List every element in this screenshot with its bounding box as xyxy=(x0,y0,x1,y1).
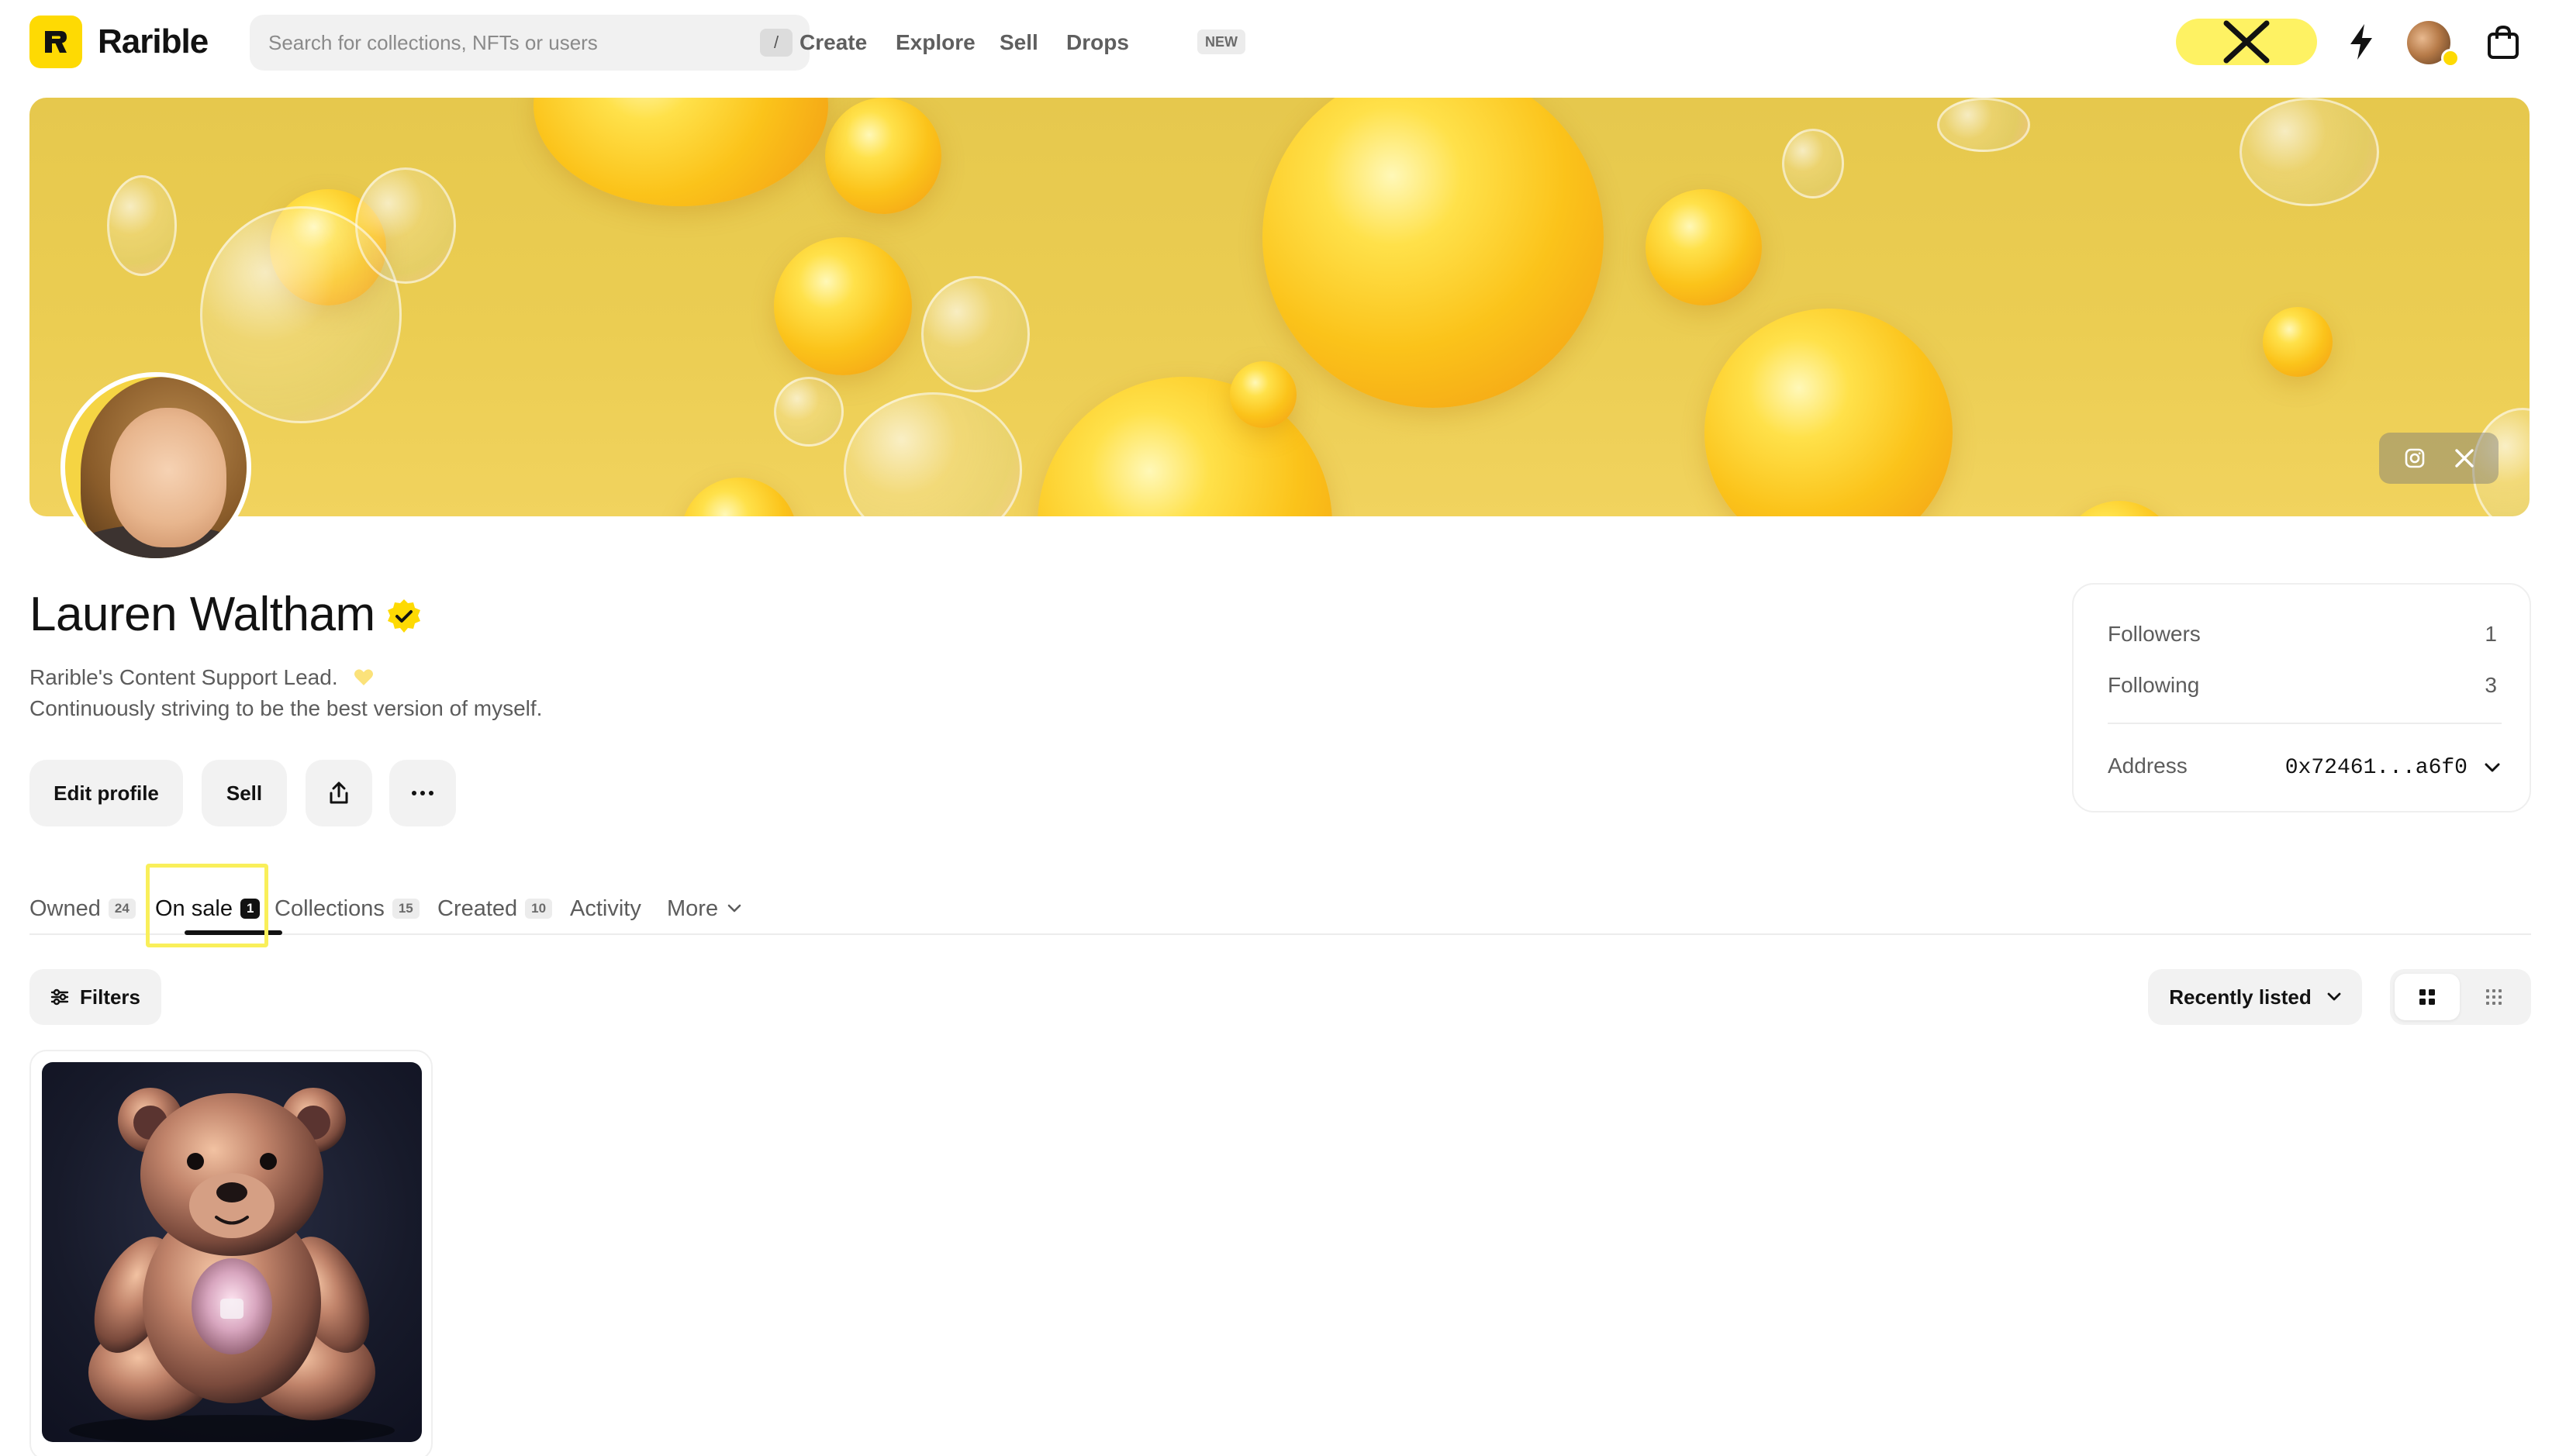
chevron-down-icon xyxy=(727,904,741,913)
banner-sphere xyxy=(774,237,912,375)
chevron-down-icon xyxy=(2327,992,2341,1001)
lightning-icon xyxy=(2350,24,2372,60)
tab-count-badge: 1 xyxy=(240,899,261,919)
wallet-address: 0x72461...a6f0 xyxy=(2284,755,2467,780)
small-grid-icon xyxy=(2486,989,2502,1005)
drops-new-badge: NEW xyxy=(1197,29,1245,54)
nav-create[interactable]: Create xyxy=(799,27,867,58)
search-bar[interactable]: / xyxy=(250,15,810,71)
tab-label: Activity xyxy=(570,896,641,921)
brand-name: Rarible xyxy=(98,22,209,60)
filters-button[interactable]: Filters xyxy=(29,969,161,1025)
rarible-logo-mark xyxy=(29,16,82,68)
ellipsis-icon xyxy=(412,791,433,795)
activity-button[interactable] xyxy=(2342,22,2381,62)
nft-card[interactable] xyxy=(29,1050,433,1456)
stats-divider xyxy=(2108,723,2502,724)
tab-activity[interactable]: Activity xyxy=(570,893,641,924)
address-dropdown[interactable]: 0x72461...a6f0 xyxy=(2275,750,2500,785)
nav-sell[interactable]: Sell xyxy=(1000,27,1038,58)
banner-sphere xyxy=(534,98,828,206)
profile-name: Lauren Waltham xyxy=(29,588,375,641)
chevron-down-icon xyxy=(2485,763,2500,772)
edit-profile-button[interactable]: Edit profile xyxy=(29,760,183,826)
filter-sliders-icon xyxy=(50,988,69,1006)
tab-label: Owned xyxy=(29,896,101,921)
following-label[interactable]: Following xyxy=(2108,670,2199,701)
tab-label: More xyxy=(667,896,719,921)
filters-label: Filters xyxy=(79,985,141,1009)
sort-label: Recently listed xyxy=(2169,985,2312,1009)
banner-bubble xyxy=(1937,98,2030,152)
banner-bubble xyxy=(355,167,456,284)
profile-stats-card: Followers 1 Following 3 Address 0x72461.… xyxy=(2072,583,2531,813)
search-shortcut-key: / xyxy=(760,29,793,57)
large-grid-icon xyxy=(2419,989,2435,1005)
verified-dot-icon xyxy=(2441,49,2460,67)
sell-button[interactable]: Sell xyxy=(202,760,287,826)
x-logo-icon xyxy=(2223,20,2270,64)
profile-banner xyxy=(29,98,2530,516)
banner-social-links xyxy=(2379,433,2499,484)
banner-sphere xyxy=(2061,501,2177,516)
bear-illustration xyxy=(69,1088,395,1442)
address-label: Address xyxy=(2108,754,2188,778)
small-grid-view-button[interactable] xyxy=(2461,974,2526,1020)
share-icon xyxy=(330,781,348,804)
x-logo-icon[interactable] xyxy=(2452,446,2477,471)
tab-owned[interactable]: Owned 24 xyxy=(29,893,136,924)
banner-sphere xyxy=(1262,98,1604,408)
profile-avatar xyxy=(60,372,251,563)
followers-label[interactable]: Followers xyxy=(2108,619,2201,650)
banner-sphere xyxy=(2263,307,2333,377)
profile-tabs: Owned 24 On sale 1 Collections 15 Create… xyxy=(29,861,2531,935)
x-promo-button[interactable] xyxy=(2176,19,2317,65)
banner-sphere xyxy=(825,98,941,214)
rarible-logo[interactable]: Rarible xyxy=(29,16,209,68)
cart-button[interactable] xyxy=(2481,21,2525,64)
active-tab-indicator xyxy=(185,930,282,935)
tab-label: Collections xyxy=(275,896,385,921)
nav-drops[interactable]: Drops xyxy=(1066,27,1129,58)
search-input[interactable] xyxy=(268,15,734,71)
banner-bubble xyxy=(921,276,1030,392)
banner-sphere xyxy=(1704,309,1953,516)
tab-collections[interactable]: Collections 15 xyxy=(275,893,420,924)
sort-dropdown[interactable]: Recently listed xyxy=(2148,969,2362,1025)
banner-bubble xyxy=(1782,129,1844,198)
banner-sphere xyxy=(1230,361,1297,428)
large-grid-view-button[interactable] xyxy=(2395,974,2460,1020)
tab-label: On sale xyxy=(155,896,233,921)
more-options-button[interactable] xyxy=(389,760,456,826)
tab-created[interactable]: Created 10 xyxy=(437,893,553,924)
profile-bio-line2: Continuously striving to be the best ver… xyxy=(29,696,543,720)
banner-bubble xyxy=(107,175,177,276)
nft-image[interactable] xyxy=(42,1062,422,1442)
avatar-face xyxy=(110,408,226,547)
nav-explore[interactable]: Explore xyxy=(896,27,976,58)
yellow-heart-icon xyxy=(354,669,373,685)
instagram-icon[interactable] xyxy=(2402,446,2427,471)
top-nav-bar: Rarible / Create Explore Sell Drops NEW xyxy=(0,0,2559,85)
tab-count-badge: 24 xyxy=(108,899,136,919)
banner-bubble xyxy=(2240,98,2379,206)
banner-sphere xyxy=(681,478,797,516)
tab-label: Created xyxy=(437,896,518,921)
share-button[interactable] xyxy=(306,760,372,826)
following-count[interactable]: 3 xyxy=(2485,670,2497,701)
tab-on-sale[interactable]: On sale 1 xyxy=(155,893,261,924)
profile-bio-line1: Rarible's Content Support Lead. xyxy=(29,665,338,689)
shopping-bag-icon xyxy=(2488,25,2519,59)
tab-count-badge: 15 xyxy=(392,899,420,919)
view-mode-toggle xyxy=(2390,969,2531,1025)
banner-bubble xyxy=(774,377,844,447)
verified-badge-icon xyxy=(388,599,420,633)
banner-bubble xyxy=(844,392,1022,516)
followers-count[interactable]: 1 xyxy=(2485,619,2497,650)
tab-count-badge: 10 xyxy=(525,899,553,919)
banner-sphere xyxy=(1646,189,1762,305)
tab-more[interactable]: More xyxy=(667,893,741,924)
